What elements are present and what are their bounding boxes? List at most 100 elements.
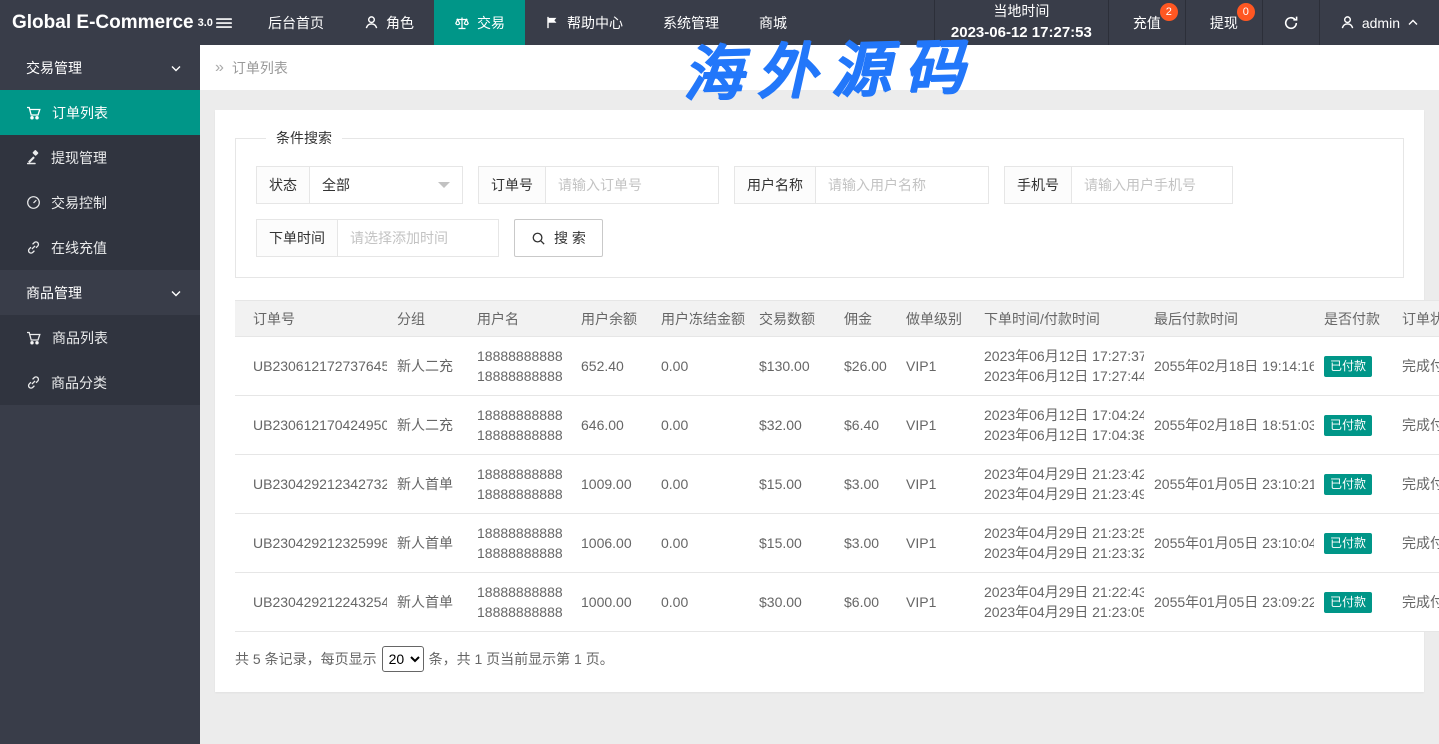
cell-frozen: 0.00 bbox=[651, 455, 749, 514]
page-size-select[interactable]: 20 bbox=[382, 646, 424, 672]
cell-balance: 646.00 bbox=[571, 396, 651, 455]
paid-status-badge: 已付款 bbox=[1324, 356, 1372, 376]
sidebar-group-trade-management[interactable]: 交易管理 bbox=[0, 45, 200, 90]
search-row-1: 状态 全部 订单号 用户名称 bbox=[256, 166, 1383, 204]
nav-item-trade[interactable]: 交易 bbox=[434, 0, 525, 45]
sidebar-item-online-recharge[interactable]: 在线充值 bbox=[0, 225, 200, 270]
nav-item-help-center[interactable]: 帮助中心 bbox=[525, 0, 643, 45]
recharge-nav-button[interactable]: 充值 2 bbox=[1109, 0, 1186, 45]
gauge-icon bbox=[26, 195, 41, 210]
sidebar-item-order-list[interactable]: 订单列表 bbox=[0, 90, 200, 135]
cell-group: 新人首单 bbox=[387, 514, 467, 573]
sidebar-group-product-management[interactable]: 商品管理 bbox=[0, 270, 200, 315]
col-balance: 用户余额 bbox=[571, 301, 651, 337]
nav-item-label: 帮助中心 bbox=[567, 13, 623, 33]
cell-commission: $26.00 bbox=[834, 337, 896, 396]
gavel-icon bbox=[26, 150, 41, 165]
order-no-group: 订单号 bbox=[478, 166, 719, 204]
cell-order-no: UB2304292122432542 bbox=[235, 573, 387, 632]
hamburger-icon bbox=[216, 15, 232, 31]
cell-commission: $6.40 bbox=[834, 396, 896, 455]
order-no-input[interactable] bbox=[546, 167, 718, 203]
search-button[interactable]: 搜 索 bbox=[514, 219, 603, 257]
username-input[interactable] bbox=[816, 167, 988, 203]
sidebar-item-label: 在线充值 bbox=[51, 238, 107, 258]
chevron-up-icon bbox=[1407, 17, 1419, 29]
phone-input[interactable] bbox=[1072, 167, 1232, 203]
recharge-count-badge: 2 bbox=[1160, 3, 1178, 21]
double-chevron-icon: » bbox=[215, 59, 224, 77]
cell-last-pay-time: 2055年01月05日 23:09:22 bbox=[1144, 573, 1314, 632]
order-time-input[interactable] bbox=[338, 220, 498, 256]
cell-amount: $30.00 bbox=[749, 573, 834, 632]
paid-status-badge: 已付款 bbox=[1324, 474, 1372, 494]
refresh-button[interactable] bbox=[1263, 0, 1320, 45]
person-icon bbox=[364, 15, 379, 30]
sidebar-item-label: 商品列表 bbox=[52, 328, 108, 348]
orders-table-wrap: 订单号 分组 用户名 用户余额 用户冻结金额 交易数额 佣金 做单级别 下单时间… bbox=[235, 300, 1404, 632]
nav-item-label: 交易 bbox=[477, 13, 505, 33]
search-button-label: 搜 索 bbox=[554, 228, 586, 248]
cell-balance: 1000.00 bbox=[571, 573, 651, 632]
cell-frozen: 0.00 bbox=[651, 573, 749, 632]
nav-item-dashboard[interactable]: 后台首页 bbox=[248, 0, 344, 45]
cell-amount: $15.00 bbox=[749, 514, 834, 573]
cell-username: 1888888888818888888888 bbox=[467, 573, 571, 632]
col-order-no: 订单号 bbox=[235, 301, 387, 337]
local-time-label: 当地时间 bbox=[993, 1, 1049, 21]
local-time-value: 2023-06-12 17:27:53 bbox=[951, 22, 1092, 44]
nav-item-system[interactable]: 系统管理 bbox=[643, 0, 739, 45]
content: 条件搜索 状态 全部 订单号 用户名称 bbox=[200, 90, 1439, 692]
nav-item-mall[interactable]: 商城 bbox=[739, 0, 807, 45]
sidebar-item-withdraw-management[interactable]: 提现管理 bbox=[0, 135, 200, 180]
cell-paid: 已付款 bbox=[1314, 573, 1392, 632]
cell-order-no: UB2304292123259983 bbox=[235, 514, 387, 573]
sidebar-item-product-list[interactable]: 商品列表 bbox=[0, 315, 200, 360]
phone-label: 手机号 bbox=[1005, 167, 1072, 203]
cell-level: VIP1 bbox=[896, 337, 974, 396]
link-icon bbox=[26, 375, 41, 390]
status-label: 状态 bbox=[257, 167, 310, 203]
withdraw-nav-button[interactable]: 提现 0 bbox=[1186, 0, 1263, 45]
user-name: admin bbox=[1362, 15, 1400, 31]
table-header-row: 订单号 分组 用户名 用户余额 用户冻结金额 交易数额 佣金 做单级别 下单时间… bbox=[235, 301, 1439, 337]
sidebar-item-product-category[interactable]: 商品分类 bbox=[0, 360, 200, 405]
table-row: UB2304292123427326 新人首单 1888888888818888… bbox=[235, 455, 1439, 514]
search-fieldset: 条件搜索 状态 全部 订单号 用户名称 bbox=[235, 128, 1404, 278]
cell-order-time: 2023年04月29日 21:23:252023年04月29日 21:23:32 bbox=[974, 514, 1144, 573]
col-commission: 佣金 bbox=[834, 301, 896, 337]
cell-username: 1888888888818888888888 bbox=[467, 514, 571, 573]
cell-group: 新人二充 bbox=[387, 337, 467, 396]
phone-group: 手机号 bbox=[1004, 166, 1233, 204]
col-amount: 交易数额 bbox=[749, 301, 834, 337]
sidebar-collapse-button[interactable] bbox=[200, 0, 248, 45]
status-select-group: 状态 全部 bbox=[256, 166, 463, 204]
cell-last-pay-time: 2055年02月18日 18:51:03 bbox=[1144, 396, 1314, 455]
nav-item-roles[interactable]: 角色 bbox=[344, 0, 434, 45]
cell-balance: 1009.00 bbox=[571, 455, 651, 514]
recharge-label: 充值 bbox=[1133, 13, 1161, 33]
cell-balance: 1006.00 bbox=[571, 514, 651, 573]
sidebar-item-trade-control[interactable]: 交易控制 bbox=[0, 180, 200, 225]
cell-status: 完成付款 bbox=[1392, 455, 1439, 514]
cell-frozen: 0.00 bbox=[651, 396, 749, 455]
nav-item-label: 商城 bbox=[759, 13, 787, 33]
cell-order-no: UB2306121704249503 bbox=[235, 396, 387, 455]
cell-last-pay-time: 2055年01月05日 23:10:21 bbox=[1144, 455, 1314, 514]
status-select[interactable]: 全部 bbox=[310, 167, 462, 203]
chevron-down-icon bbox=[170, 62, 182, 74]
col-status: 订单状态 bbox=[1392, 301, 1439, 337]
sidebar-group-label: 商品管理 bbox=[26, 283, 82, 303]
select-caret-icon bbox=[438, 182, 450, 188]
cell-last-pay-time: 2055年02月18日 19:14:16 bbox=[1144, 337, 1314, 396]
person-icon bbox=[1340, 15, 1355, 30]
table-row: UB2304292122432542 新人首单 1888888888818888… bbox=[235, 573, 1439, 632]
user-menu[interactable]: admin bbox=[1320, 0, 1439, 45]
cell-username: 1888888888818888888888 bbox=[467, 337, 571, 396]
sidebar-item-label: 提现管理 bbox=[51, 148, 107, 168]
col-last-pay-time: 最后付款时间 bbox=[1144, 301, 1314, 337]
cell-status: 完成付款 bbox=[1392, 396, 1439, 455]
withdraw-label: 提现 bbox=[1210, 13, 1238, 33]
table-row: UB2304292123259983 新人首单 1888888888818888… bbox=[235, 514, 1439, 573]
cell-frozen: 0.00 bbox=[651, 337, 749, 396]
